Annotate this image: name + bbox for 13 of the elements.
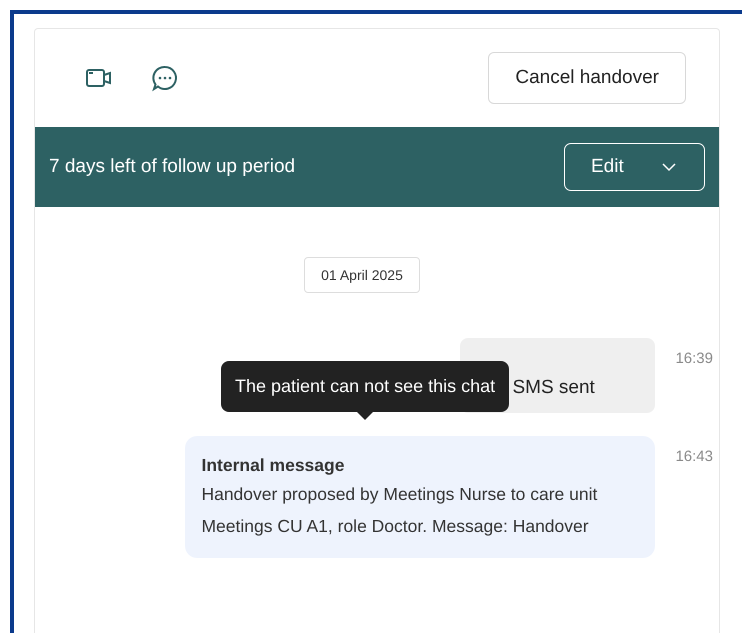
date-separator: 01 April 2025 <box>304 257 420 293</box>
status-message-text: SMS sent <box>512 377 595 399</box>
message-time: 16:43 <box>675 448 713 465</box>
cancel-handover-button[interactable]: Cancel handover <box>488 52 686 104</box>
message-title: Internal message <box>201 454 346 477</box>
message-text: Handover proposed by Meetings Nurse to care unit Meetings CU A1, role Doctor. Message: Handover <box>201 483 598 538</box>
tooltip: The patient can not see this chat <box>221 361 510 420</box>
video-camera-icon[interactable] <box>85 66 113 90</box>
edit-dropdown-button[interactable]: Edit <box>564 143 705 191</box>
chevron-down-icon <box>662 162 676 172</box>
message-time: 16:39 <box>675 350 713 367</box>
banner-text: 7 days left of follow up period <box>49 156 296 178</box>
chat-bubble-icon[interactable] <box>151 64 179 92</box>
